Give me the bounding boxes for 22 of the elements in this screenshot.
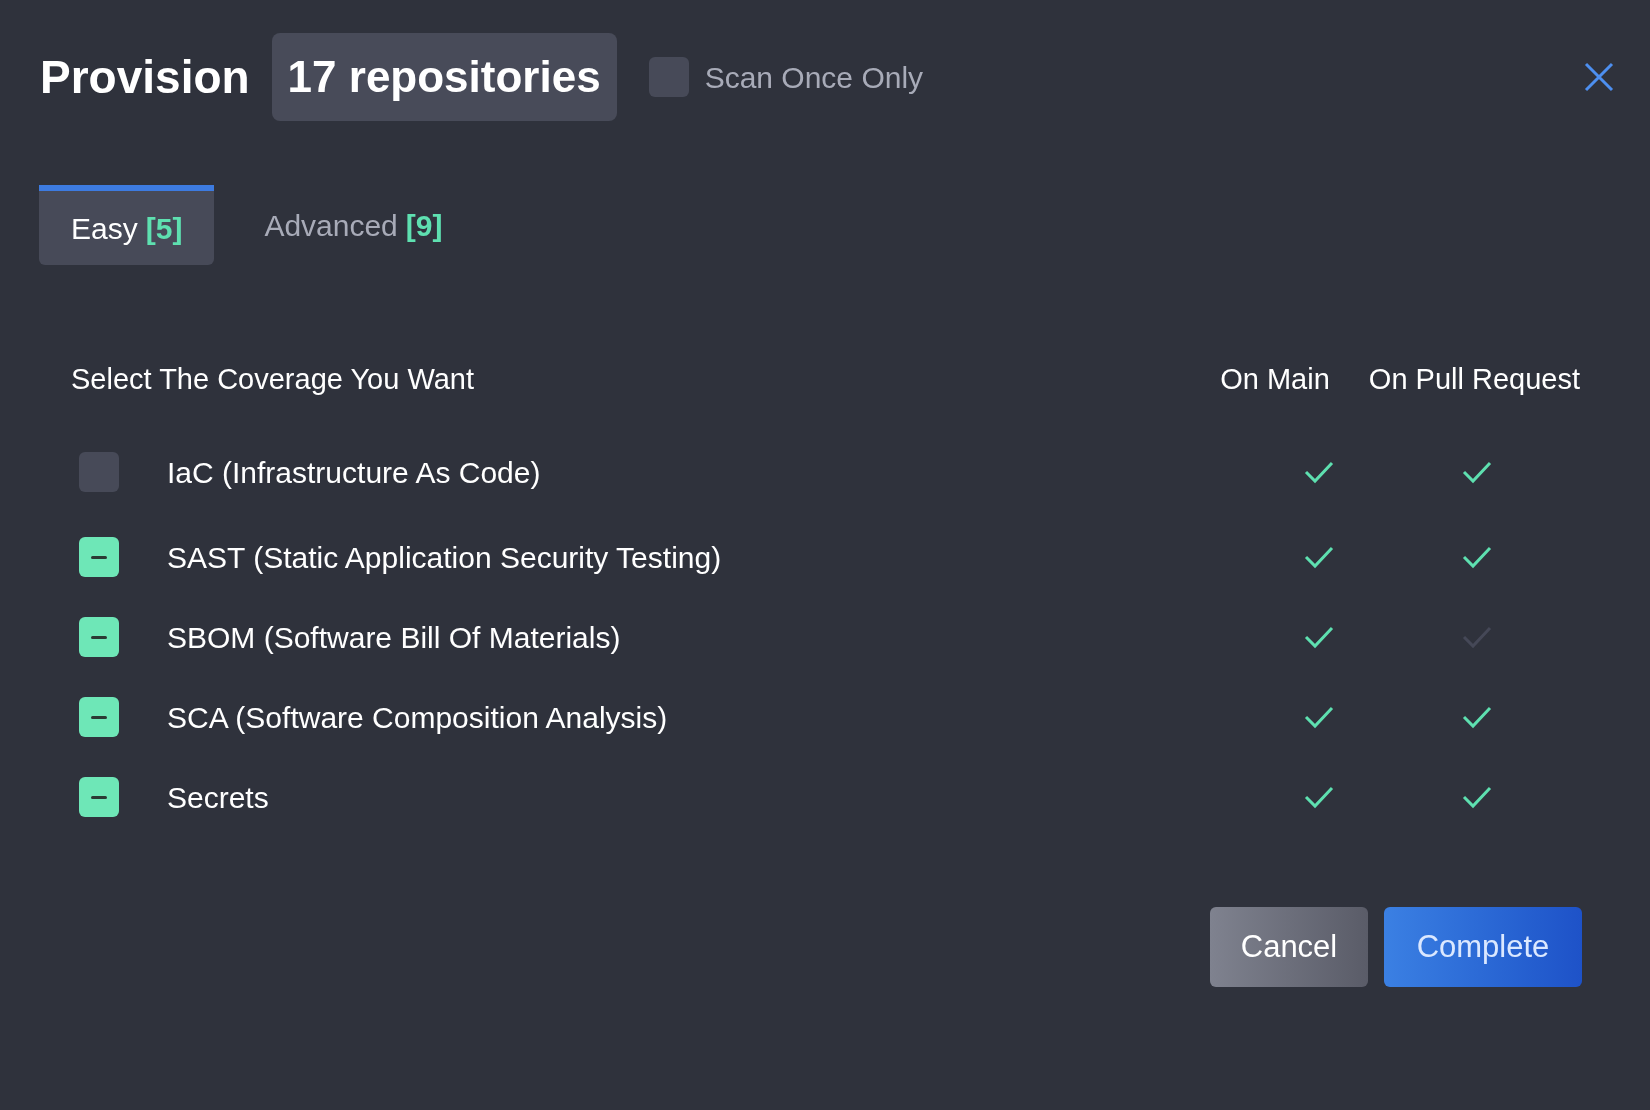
coverage-label: Secrets [167, 779, 270, 816]
scan-once-label: Scan Once Only [704, 59, 924, 96]
coverage-label: SCA (Software Composition Analysis) [167, 699, 669, 736]
complete-button[interactable]: Complete [1384, 907, 1582, 987]
coverage-checkbox[interactable] [79, 617, 119, 657]
coverage-checkbox[interactable] [79, 777, 119, 817]
repository-count: 17 repositories [271, 33, 617, 121]
column-header: On Pull Request [1367, 362, 1580, 398]
coverage-heading: Select The Coverage You Want [71, 362, 476, 398]
close-icon[interactable] [1584, 62, 1614, 92]
coverage-label: IaC (Infrastructure As Code) [167, 454, 542, 491]
tab[interactable]: Easy [5] [39, 185, 215, 265]
coverage-checkbox[interactable] [79, 697, 119, 737]
tab[interactable]: Advanced [9] [232, 185, 475, 265]
coverage-label: SAST (Static Application Security Testing) [167, 539, 723, 576]
coverage-label: SBOM (Software Bill Of Materials) [167, 619, 622, 656]
coverage-checkbox[interactable] [79, 537, 119, 577]
coverage-checkbox[interactable] [79, 452, 119, 492]
column-header: On Main [1219, 362, 1331, 398]
scan-once-checkbox[interactable] [648, 57, 689, 97]
cancel-button[interactable]: Cancel [1210, 907, 1368, 987]
dialog-title: Provision [40, 49, 250, 105]
